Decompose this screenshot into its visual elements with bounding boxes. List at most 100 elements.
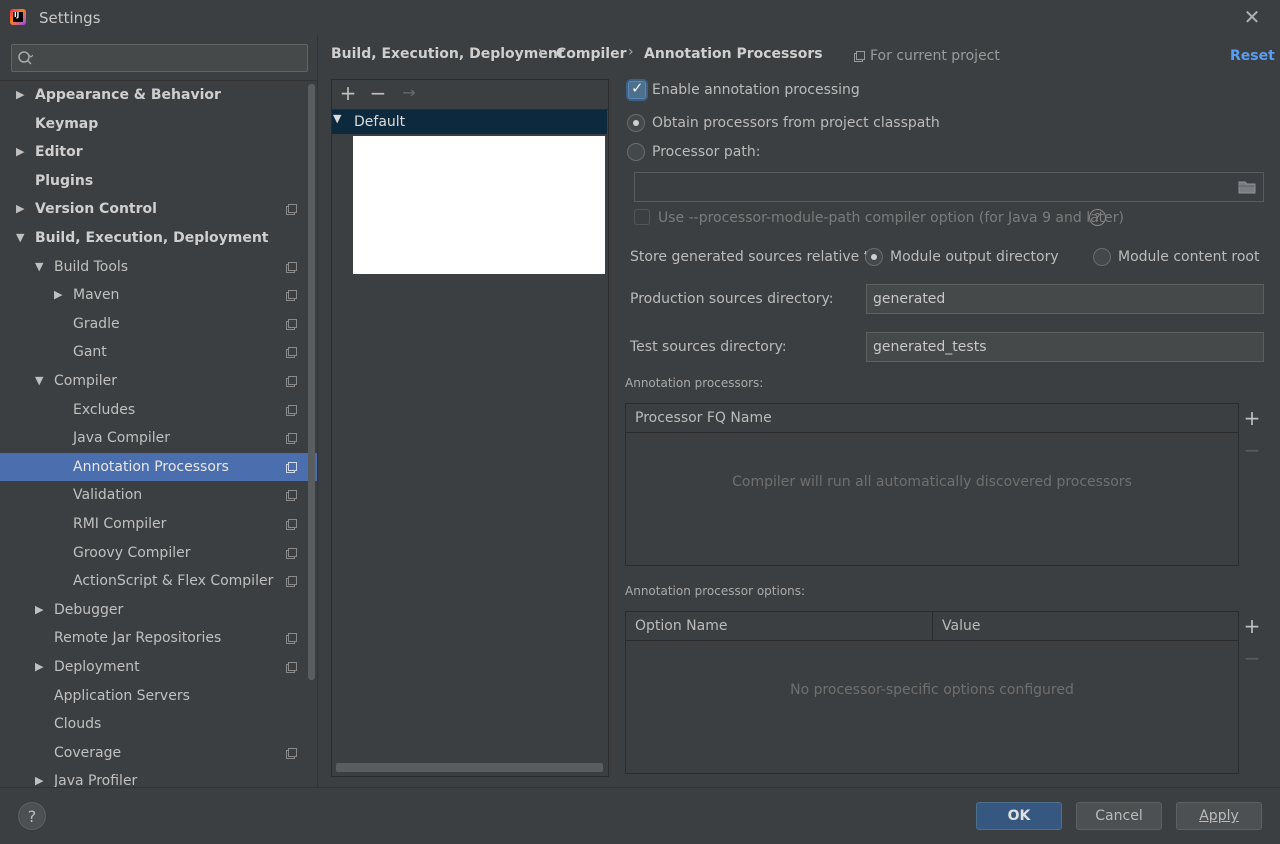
search-input[interactable]: [11, 44, 308, 72]
sidebar-item[interactable]: Gant: [0, 338, 317, 366]
collapsed-arrow-icon[interactable]: ▶: [16, 195, 24, 223]
sidebar-scrollbar[interactable]: [308, 84, 315, 680]
processors-section-label: Annotation processors:: [625, 376, 764, 390]
cancel-button[interactable]: Cancel: [1076, 802, 1162, 830]
obtain-classpath-radio[interactable]: [627, 114, 645, 132]
reset-link[interactable]: Reset: [1230, 48, 1275, 64]
expand-arrow-icon[interactable]: ▼: [333, 112, 341, 125]
scope-label: For current project: [870, 48, 1000, 64]
sidebar-item[interactable]: ActionScript & Flex Compiler: [0, 567, 317, 595]
processor-fq-name-column[interactable]: Processor FQ Name: [626, 404, 1238, 433]
project-scope-icon: [286, 576, 297, 588]
sidebar-item[interactable]: ▼ Build Tools: [0, 253, 317, 281]
processor-path-radio[interactable]: [627, 143, 645, 161]
sidebar-item-label: Debugger: [54, 601, 124, 618]
processor-path-label: Processor path:: [652, 144, 761, 160]
options-table: Option Name Value No processor-specific …: [625, 611, 1239, 774]
processors-table: Processor FQ Name Compiler will run all …: [625, 403, 1239, 566]
sidebar-item[interactable]: ▶ Version Control: [0, 195, 317, 223]
collapsed-arrow-icon[interactable]: ▶: [16, 81, 24, 109]
enable-annotation-checkbox[interactable]: [628, 79, 646, 99]
sidebar-item[interactable]: ▼ Build, Execution, Deployment: [0, 224, 317, 252]
breadcrumb-item-build[interactable]: Build, Execution, Deployment: [331, 46, 565, 62]
project-scope-icon: [286, 662, 297, 673]
expanded-arrow-icon[interactable]: ▼: [16, 224, 24, 252]
add-processor-icon[interactable]: +: [1242, 408, 1262, 428]
breadcrumb-item-compiler[interactable]: Compiler: [556, 46, 627, 62]
project-scope-icon: [286, 490, 297, 502]
sidebar-item[interactable]: ▶ Appearance & Behavior: [0, 81, 317, 109]
folder-icon[interactable]: [1238, 180, 1256, 194]
sidebar-item[interactable]: Clouds: [0, 710, 317, 738]
intellij-app-icon: IJ: [10, 9, 26, 25]
collapsed-arrow-icon[interactable]: ▶: [16, 138, 24, 166]
settings-tree: ▶ Appearance & Behavior Keymap ▶ Editor Plugi…: [0, 81, 317, 787]
expanded-arrow-icon[interactable]: ▼: [35, 253, 43, 281]
add-profile-icon[interactable]: +: [337, 82, 359, 104]
obtain-classpath-label: Obtain processors from project classpath: [652, 115, 940, 131]
sidebar-item[interactable]: Gradle: [0, 310, 317, 338]
collapsed-arrow-icon[interactable]: ▶: [35, 653, 43, 681]
project-scope-icon: [286, 547, 297, 559]
production-dir-field[interactable]: generated: [866, 284, 1264, 314]
remove-profile-icon[interactable]: −: [367, 82, 389, 104]
sidebar-item[interactable]: Groovy Compiler: [0, 539, 317, 567]
sidebar-item[interactable]: Application Servers: [0, 682, 317, 710]
sidebar-item-label: Annotation Processors: [73, 458, 229, 475]
enable-annotation-label: Enable annotation processing: [652, 82, 860, 98]
move-profile-icon: →: [402, 83, 416, 102]
sidebar-item-label: Maven: [73, 287, 120, 304]
sidebar-item-label: ActionScript & Flex Compiler: [73, 573, 274, 590]
sidebar-item[interactable]: ▶ Editor: [0, 138, 317, 166]
sidebar-item[interactable]: Validation: [0, 481, 317, 509]
apply-button[interactable]: Apply: [1176, 802, 1262, 830]
profile-label: Default: [354, 114, 406, 130]
sidebar-item[interactable]: Coverage: [0, 739, 317, 767]
app-icon-text: IJ: [14, 11, 20, 19]
value-column[interactable]: Value: [933, 612, 1238, 641]
processor-path-field[interactable]: [634, 172, 1264, 202]
help-icon[interactable]: ?: [1089, 209, 1106, 226]
sidebar-item[interactable]: ▶ Deployment: [0, 653, 317, 681]
ok-button[interactable]: OK: [976, 802, 1062, 830]
profiles-horizontal-scrollbar[interactable]: [336, 763, 603, 772]
module-content-root-radio[interactable]: [1093, 248, 1111, 266]
search-icon: [18, 51, 33, 65]
expanded-arrow-icon[interactable]: ▼: [35, 367, 43, 395]
production-dir-label: Production sources directory:: [630, 291, 834, 307]
sidebar-border: [317, 36, 318, 787]
window-title: Settings: [39, 9, 101, 27]
sidebar-item[interactable]: Excludes: [0, 396, 317, 424]
sidebar-item-label: Gradle: [73, 315, 120, 332]
store-relative-label: Store generated sources relative to:: [630, 249, 883, 265]
help-button[interactable]: ?: [18, 802, 46, 830]
profile-item-default[interactable]: ▼ Default: [332, 110, 607, 134]
project-scope-icon: [286, 461, 297, 473]
project-scope-icon: [286, 404, 297, 416]
sidebar-item[interactable]: Annotation Processors: [0, 452, 317, 481]
collapsed-arrow-icon[interactable]: ▶: [54, 281, 62, 309]
collapsed-arrow-icon[interactable]: ▶: [35, 596, 43, 624]
module-content-root-label: Module content root: [1118, 249, 1260, 265]
sidebar-item[interactable]: ▼ Compiler: [0, 367, 317, 395]
close-icon[interactable]: ✕: [1240, 4, 1264, 30]
sidebar-item[interactable]: ▶ Java Profiler: [0, 767, 317, 787]
sidebar-item-label: Validation: [73, 487, 143, 504]
sidebar-item[interactable]: Keymap: [0, 110, 317, 138]
processors-empty-text: Compiler will run all automatically disc…: [732, 474, 1132, 490]
collapsed-arrow-icon[interactable]: ▶: [35, 767, 43, 787]
sidebar-item[interactable]: Java Compiler: [0, 424, 317, 452]
sidebar-item[interactable]: RMI Compiler: [0, 510, 317, 538]
sidebar-item-label: Java Compiler: [73, 430, 171, 447]
sidebar-item[interactable]: Remote Jar Repositories: [0, 624, 317, 652]
project-scope-icon: [286, 747, 297, 759]
project-scope-icon: [286, 433, 297, 445]
sidebar-item[interactable]: ▶ Maven: [0, 281, 317, 309]
sidebar-item[interactable]: ▶ Debugger: [0, 596, 317, 624]
option-name-column[interactable]: Option Name: [626, 612, 932, 641]
sidebar-item-label: Groovy Compiler: [73, 544, 191, 561]
module-output-radio[interactable]: [865, 248, 883, 266]
add-option-icon[interactable]: +: [1242, 616, 1262, 636]
test-dir-field[interactable]: generated_tests: [866, 332, 1264, 362]
sidebar-item[interactable]: Plugins: [0, 167, 317, 195]
